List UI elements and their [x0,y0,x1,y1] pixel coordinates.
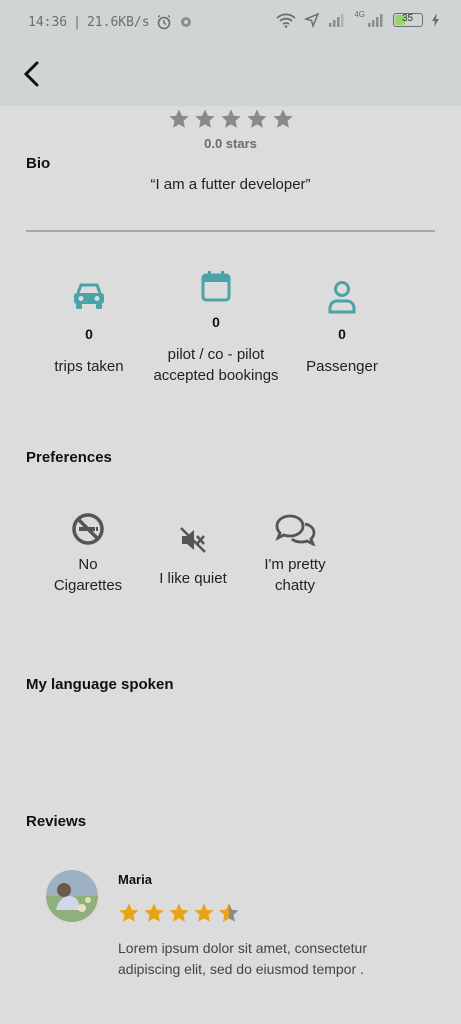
star-icon [221,109,241,128]
settings-gear-icon [180,17,191,27]
star-icon [247,109,267,128]
pref-quiet-line1: I like quiet [159,570,227,587]
pref-chatty: I'm pretty chatty [240,512,350,596]
half-star-icon [219,903,239,922]
star-icon [194,903,214,922]
avatar-photo [46,870,98,922]
avatar[interactable] [46,870,98,922]
wifi-icon [276,13,296,28]
preferences-title: Preferences [26,449,112,466]
pref-no-cigarettes-line2: Cigarettes [53,577,123,594]
passenger-label: Passenger [306,358,378,375]
muted-speaker-icon [180,527,206,553]
person-icon [328,281,356,314]
pref-chatty-line2: chatty [274,577,316,594]
calendar-icon [201,271,231,302]
star-icon [195,109,215,128]
profile-rating-stars [168,108,294,130]
chat-bubbles-icon [275,514,316,546]
reviews-title: Reviews [26,813,87,830]
status-bar: 14:36 | 21.6KB/s 4G 35 [0,0,461,44]
review-text: Lorem ipsum dolor sit amet, consectetur … [118,940,367,977]
star-icon [119,903,139,922]
status-time: 14:36 [28,14,68,30]
location-arrow-icon [304,12,320,28]
alarm-icon [157,14,171,30]
bio-title: Bio [26,155,51,172]
signal-2-icon [368,14,383,27]
signal-icon [329,14,344,27]
star-icon [273,109,293,128]
review-item: Maria Lorem ipsum dolor sit amet, consec… [46,870,436,977]
app-bar [0,44,461,106]
reviewer-name: Maria [118,872,152,887]
divider [26,230,435,232]
pref-no-cigarettes-line1: No [78,556,98,573]
network-type: 4G [354,9,365,19]
network-speed: 21.6KB/s [86,14,150,30]
stat-passenger: 0 Passenger [267,280,417,377]
review-stars [118,902,240,924]
star-icon [169,109,189,128]
status-right: 4G 35 [276,9,441,28]
pref-chatty-line1: I'm pretty [264,556,326,573]
status-left: 14:36 | 21.6KB/s [28,14,194,30]
back-button[interactable] [14,56,50,92]
back-arrow-icon [23,61,39,87]
charging-icon [432,13,439,27]
bio-quote: “I am a futter developer” [150,176,311,193]
languages-title: My language spoken [26,676,174,693]
pref-quiet: I like quiet [138,526,248,589]
rating-caption: 0.0 stars [204,136,257,151]
pref-no-cigarettes: No Cigarettes [33,512,143,596]
battery-level: 35 [402,13,414,24]
star-icon [144,903,164,922]
status-separator: | [73,14,81,30]
battery-icon: 35 [393,13,423,27]
passenger-count: 0 [338,326,346,342]
car-icon [74,283,104,309]
star-icon [169,903,189,922]
no-smoking-icon [72,513,104,545]
